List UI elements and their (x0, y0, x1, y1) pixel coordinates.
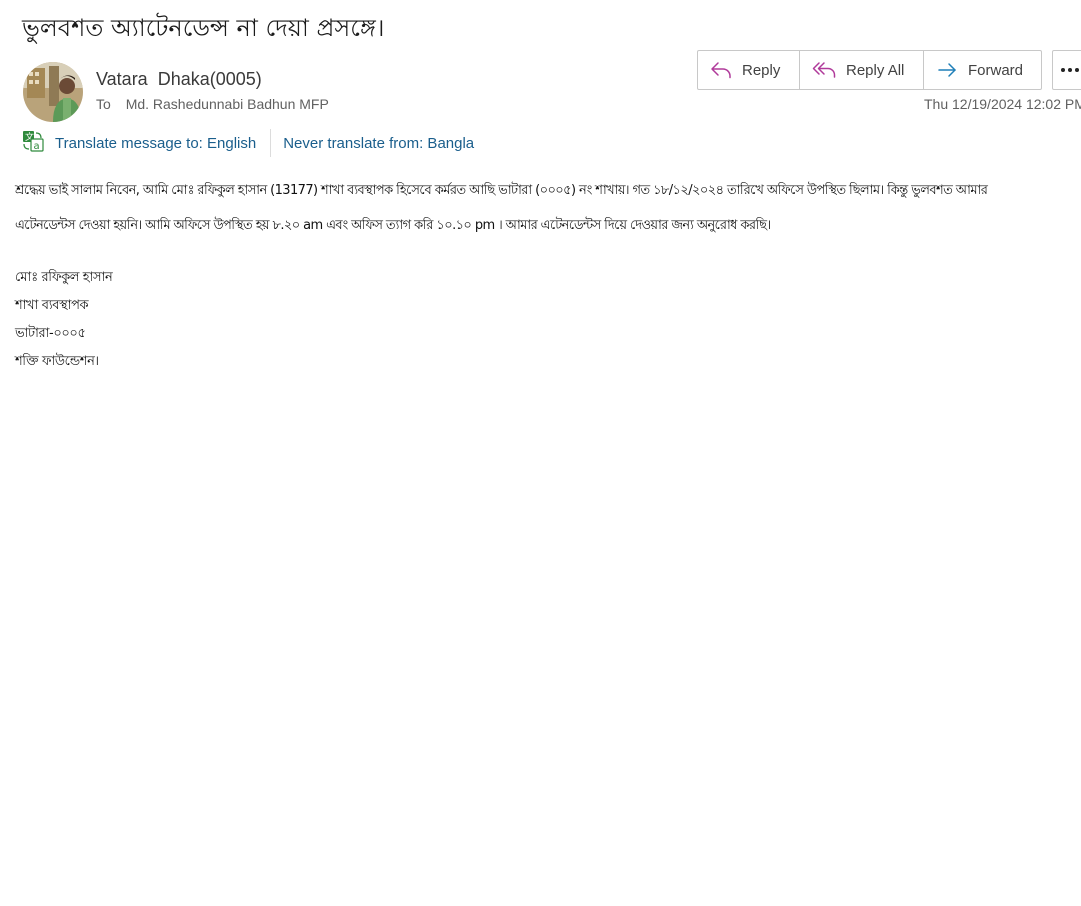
more-dot (1068, 68, 1072, 72)
reply-icon (711, 62, 731, 79)
more-actions-button[interactable] (1052, 50, 1081, 90)
reply-all-label: Reply All (846, 61, 905, 79)
message-actions-toolbar: Reply Reply All Forward (697, 50, 1042, 90)
reply-all-icon (812, 62, 836, 78)
body-paragraph-line: শ্রদ্ধেয় ভাই সালাম নিবেন, আমি মোঃ রফিকু… (15, 183, 988, 198)
signature-org: শক্তি ফাউন্ডেশন। (15, 354, 99, 369)
recipient-name[interactable]: Md. Rashedunnabi Badhun MFP (126, 96, 329, 112)
translate-icon: 文 a (22, 130, 44, 156)
forward-label: Forward (968, 61, 1024, 79)
reply-label: Reply (742, 61, 781, 79)
reply-all-button[interactable]: Reply All (799, 50, 924, 90)
reply-button[interactable]: Reply (697, 50, 800, 90)
sender-avatar[interactable] (23, 62, 83, 122)
email-subject: ভুলবশত অ্যাটেনডেন্স না দেয়া প্রসঙ্গে। (22, 14, 385, 42)
sent-timestamp: Thu 12/19/2024 12:02 PM (924, 96, 1081, 112)
signature-branch: ভাটারা-০০০৫ (15, 326, 86, 341)
recipient-line: To Md. Rashedunnabi Badhun MFP (96, 96, 329, 112)
signature: মোঃ রফিকুল হাসান শাখা ব্যবস্থাপক ভাটারা-… (15, 264, 113, 376)
forward-arrow-icon (938, 63, 956, 77)
body-paragraph-line: এটেনডেন্টস দেওয়া হয়নি। আমি অফিসে উপস্থ… (15, 218, 771, 233)
translate-bar: 文 a Translate message to: English Never … (22, 129, 474, 157)
signature-title: শাখা ব্যবস্থাপক (15, 298, 89, 313)
more-horizontal-icon (1061, 68, 1065, 72)
never-translate-link[interactable]: Never translate from: Bangla (283, 135, 474, 152)
translate-separator (270, 129, 272, 157)
svg-text:a: a (34, 141, 40, 152)
sender-name[interactable]: Vatara Dhaka(0005) (96, 69, 262, 90)
to-label: To (96, 96, 111, 112)
message-body: শ্রদ্ধেয় ভাই সালাম নিবেন, আমি মোঃ রফিকু… (15, 176, 1081, 246)
more-dot (1075, 68, 1079, 72)
translate-message-link[interactable]: Translate message to: English (55, 135, 256, 152)
signature-name: মোঃ রফিকুল হাসান (15, 270, 113, 285)
forward-button[interactable]: Forward (923, 50, 1042, 90)
